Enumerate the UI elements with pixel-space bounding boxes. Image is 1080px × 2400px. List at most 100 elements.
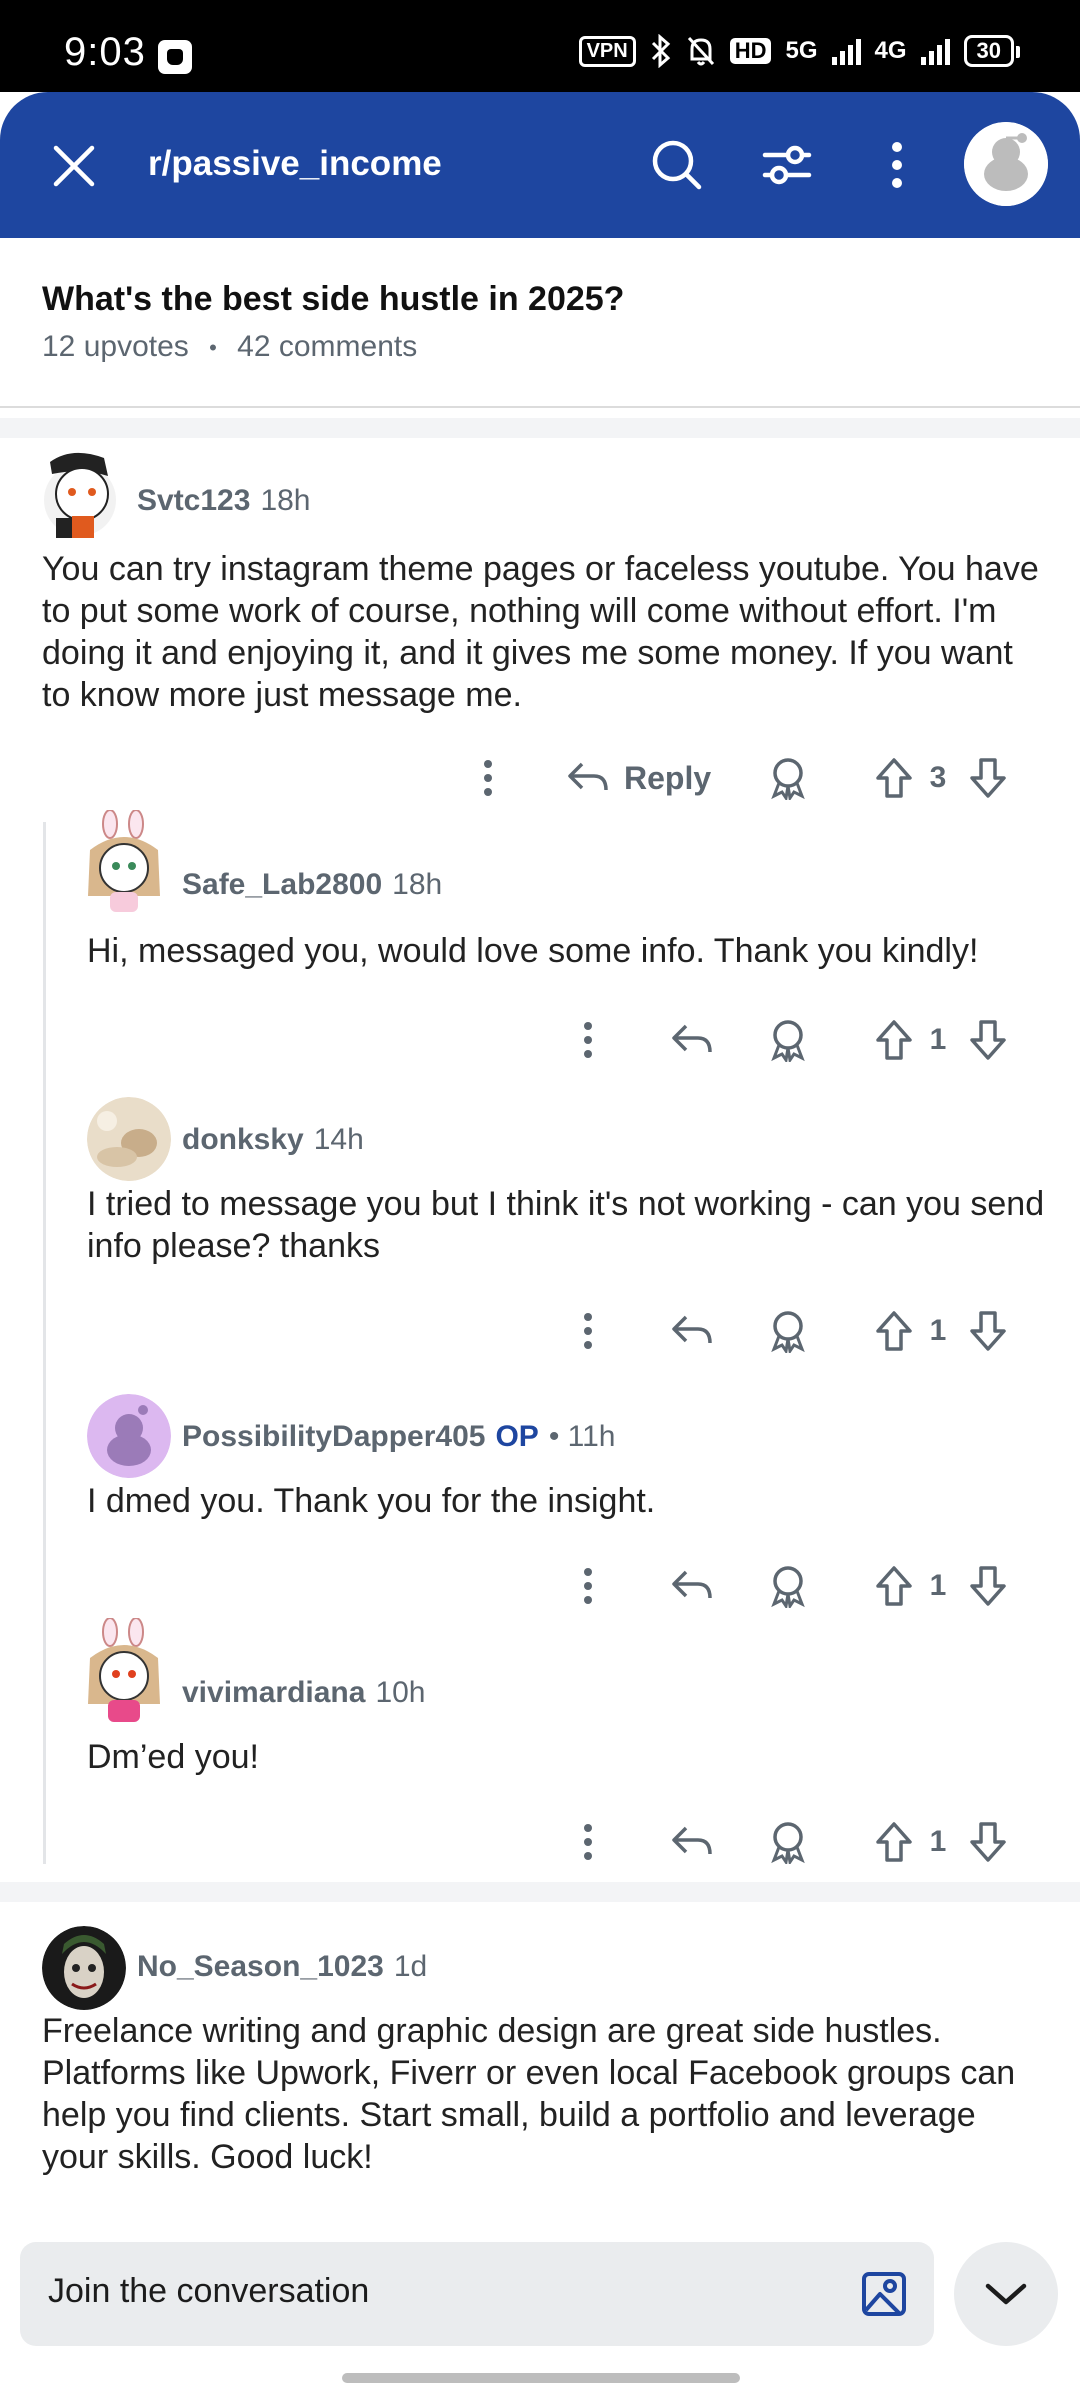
vote-count-value: 1 xyxy=(929,1569,947,1602)
user-avatar[interactable] xyxy=(80,810,170,920)
comment-meta: No_Season_1023 1d xyxy=(137,1950,427,1984)
search-button[interactable] xyxy=(642,130,712,200)
user-avatar[interactable] xyxy=(80,1618,170,1728)
comment-more-button[interactable] xyxy=(560,1301,616,1361)
comment-card: No_Season_1023 1d Freelance writing and … xyxy=(0,1922,1080,2222)
downvote-button[interactable] xyxy=(962,1812,1014,1872)
comment-author[interactable]: Svtc123 xyxy=(137,484,250,518)
reply-button[interactable] xyxy=(664,1010,720,1070)
comment-author[interactable]: vivimardiana xyxy=(182,1676,365,1710)
downvote-icon xyxy=(970,1020,1006,1060)
downvote-button[interactable] xyxy=(962,1301,1014,1361)
downvote-button[interactable] xyxy=(962,1556,1014,1616)
upvote-button[interactable] xyxy=(868,1301,920,1361)
comment-card: Safe_Lab2800 18h Hi, messaged you, would… xyxy=(0,810,1080,1065)
reply-button[interactable] xyxy=(664,1812,720,1872)
network-5g-label: 5G xyxy=(785,37,818,64)
reply-icon xyxy=(672,1826,712,1855)
user-avatar[interactable] xyxy=(87,1097,171,1181)
comment-time: • 11h xyxy=(548,1420,616,1453)
comment-time: 1d xyxy=(393,1950,428,1983)
user-avatar[interactable] xyxy=(87,1394,171,1478)
close-icon xyxy=(53,145,95,187)
comment-more-button[interactable] xyxy=(560,1556,616,1616)
comment-time: 18h xyxy=(392,868,443,901)
comment-actions: 1 xyxy=(0,1556,1080,1616)
comment-actions: Reply 3 xyxy=(0,748,1080,808)
app-header: r/passive_income xyxy=(0,92,1080,238)
reply-button[interactable]: Reply xyxy=(566,748,726,808)
comment-body: Dm’ed you! xyxy=(87,1738,259,1776)
reply-label: Reply xyxy=(624,759,712,796)
filter-icon xyxy=(762,145,812,185)
subreddit-title[interactable]: r/passive_income xyxy=(148,144,442,184)
award-button[interactable] xyxy=(760,1010,816,1070)
upvote-count: 12 upvotes xyxy=(42,330,189,363)
comment-composer[interactable]: Join the conversation xyxy=(20,2242,934,2346)
reply-icon xyxy=(672,1570,712,1599)
add-image-button[interactable] xyxy=(860,2270,908,2318)
post-title[interactable]: What's the best side hustle in 2025? xyxy=(42,280,624,319)
search-icon xyxy=(652,140,702,190)
upvote-icon xyxy=(876,1311,912,1351)
comment-more-button[interactable] xyxy=(560,1812,616,1872)
comment-actions: 1 xyxy=(0,1812,1080,1872)
award-icon xyxy=(771,1311,805,1353)
upvote-icon xyxy=(876,1566,912,1606)
comment-actions: 1 xyxy=(0,1010,1080,1070)
comment-author[interactable]: donksky xyxy=(182,1123,304,1157)
award-icon xyxy=(771,1020,805,1062)
upvote-button[interactable] xyxy=(868,748,920,808)
downvote-icon xyxy=(970,758,1006,798)
user-avatar[interactable] xyxy=(42,448,122,538)
signal-icon-2 xyxy=(920,37,950,65)
comment-author[interactable]: No_Season_1023 xyxy=(137,1950,384,1984)
composer-placeholder: Join the conversation xyxy=(48,2272,370,2310)
downvote-button[interactable] xyxy=(962,748,1014,808)
comment-more-button[interactable] xyxy=(560,1010,616,1070)
comment-time: 10h xyxy=(375,1676,426,1709)
bluetooth-icon xyxy=(651,34,670,68)
collapse-button[interactable] xyxy=(954,2242,1058,2346)
user-avatar-button[interactable] xyxy=(964,122,1048,206)
comment-author[interactable]: PossibilityDapper405 xyxy=(182,1420,485,1454)
downvote-button[interactable] xyxy=(962,1010,1014,1070)
vpn-icon: VPN xyxy=(578,35,636,67)
home-indicator[interactable] xyxy=(342,2373,740,2383)
vote-count-value: 1 xyxy=(929,1023,947,1056)
vote-count: 1 xyxy=(920,1556,956,1616)
award-button[interactable] xyxy=(760,1812,816,1872)
comment-card: Svtc123 18h You can try instagram theme … xyxy=(0,440,1080,840)
chevron-down-icon xyxy=(985,2283,1027,2305)
more-vertical-icon xyxy=(584,1824,592,1860)
meta-dot: • xyxy=(209,335,217,361)
award-button[interactable] xyxy=(760,1301,816,1361)
award-button[interactable] xyxy=(760,748,816,808)
vote-count: 3 xyxy=(920,748,956,808)
award-button[interactable] xyxy=(760,1556,816,1616)
signal-icon xyxy=(831,37,861,65)
upvote-button[interactable] xyxy=(868,1010,920,1070)
section-divider xyxy=(0,1882,1080,1902)
upvote-icon xyxy=(876,758,912,798)
user-avatar[interactable] xyxy=(42,1926,126,2010)
section-divider xyxy=(0,418,1080,438)
close-button[interactable] xyxy=(44,136,104,196)
comment-body: I dmed you. Thank you for the insight. xyxy=(87,1482,656,1520)
downvote-icon xyxy=(970,1566,1006,1606)
reply-button[interactable] xyxy=(664,1556,720,1616)
more-vertical-icon xyxy=(584,1313,592,1349)
upvote-button[interactable] xyxy=(868,1812,920,1872)
avatar xyxy=(964,122,1048,206)
comment-author[interactable]: Safe_Lab2800 xyxy=(182,868,382,902)
comment-meta: PossibilityDapper405 OP • 11h xyxy=(182,1420,616,1454)
reply-icon xyxy=(672,1024,712,1053)
reply-button[interactable] xyxy=(664,1301,720,1361)
vote-count: 1 xyxy=(920,1812,956,1872)
image-icon xyxy=(862,2272,906,2316)
comment-more-button[interactable] xyxy=(460,748,516,808)
filter-button[interactable] xyxy=(752,130,822,200)
post-meta: 12 upvotes • 42 comments xyxy=(42,330,417,364)
more-options-button[interactable] xyxy=(862,130,932,200)
upvote-button[interactable] xyxy=(868,1556,920,1616)
